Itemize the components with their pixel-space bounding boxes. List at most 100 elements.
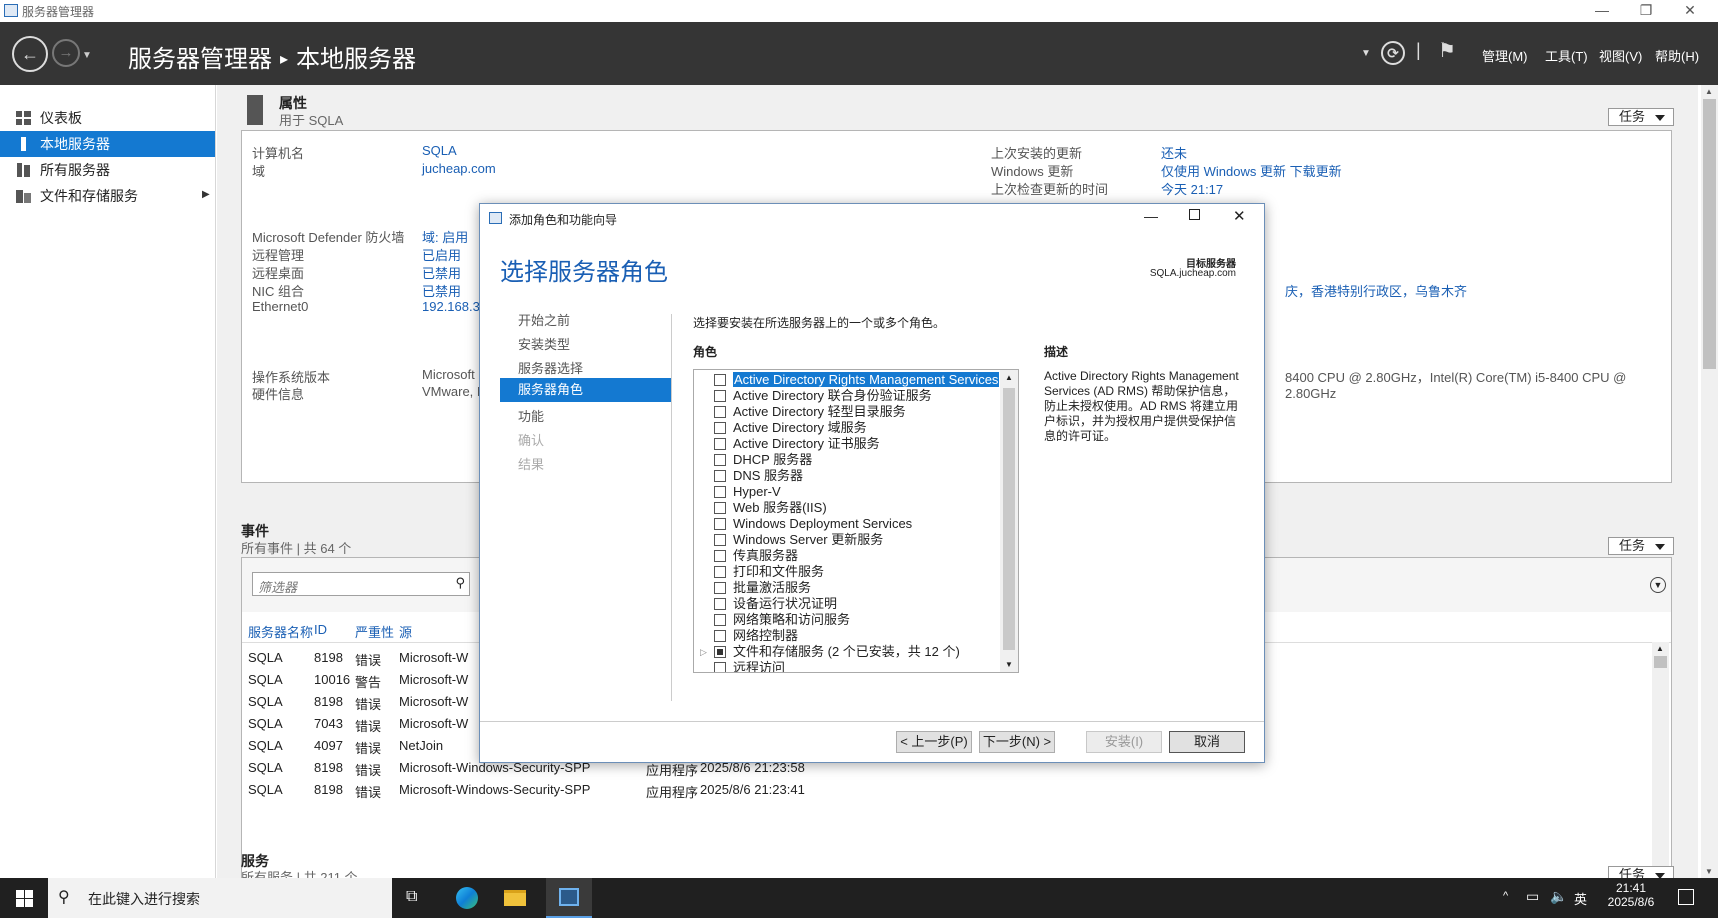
edge-browser-icon[interactable] — [456, 887, 478, 909]
refresh-icon[interactable]: ⟳ — [1381, 41, 1405, 65]
remote-management-value[interactable]: 已启用 — [422, 245, 461, 264]
role-item[interactable]: Active Directory 轻型目录服务 — [714, 404, 906, 420]
timezone-value[interactable]: 庆，香港特别行政区，乌鲁木齐 — [1285, 281, 1467, 300]
scroll-down-icon[interactable]: ▼ — [1005, 660, 1013, 669]
role-item[interactable]: Windows Server 更新服务 — [714, 532, 883, 548]
role-item[interactable]: Hyper-V — [714, 484, 781, 500]
network-icon[interactable]: ▭ — [1526, 888, 1539, 905]
ime-indicator[interactable]: 英 — [1574, 889, 1587, 908]
role-checkbox[interactable] — [714, 661, 726, 672]
dialog-maximize-button[interactable] — [1189, 209, 1200, 220]
role-item[interactable]: DHCP 服务器 — [714, 452, 812, 468]
role-checkbox[interactable] — [714, 645, 726, 658]
last-update-value[interactable]: 还未 — [1161, 143, 1187, 162]
expand-arrow-icon[interactable]: ▶ — [202, 189, 210, 200]
role-checkbox[interactable] — [714, 581, 726, 594]
role-checkbox[interactable] — [714, 405, 726, 418]
role-checkbox[interactable] — [714, 565, 726, 578]
cancel-button[interactable]: 取消 — [1169, 731, 1245, 753]
volume-icon[interactable]: 🔈 — [1550, 888, 1567, 905]
page-scroll-thumb[interactable] — [1703, 99, 1716, 369]
last-check-value[interactable]: 今天 21:17 — [1161, 179, 1223, 198]
close-button[interactable]: ✕ — [1668, 0, 1712, 22]
roles-listbox[interactable]: Active Directory Rights Management Servi… — [693, 369, 1019, 673]
computer-name-value[interactable]: SQLA — [422, 143, 457, 158]
role-item[interactable]: 传真服务器 — [714, 548, 798, 564]
sidebar-item-dashboard[interactable]: 仪表板 — [0, 105, 215, 131]
scroll-up-icon[interactable]: ▲ — [1705, 87, 1713, 96]
firewall-value[interactable]: 域: 启用 — [422, 227, 468, 246]
show-hidden-icons-icon[interactable]: ^ — [1503, 890, 1508, 902]
table-row[interactable]: SQLA 8198 错误 Microsoft-Windows-Security-SPP… — [242, 760, 1642, 780]
role-item[interactable]: 设备运行状况证明 — [714, 596, 837, 612]
domain-value[interactable]: jucheap.com — [422, 161, 496, 176]
roles-scrollbar[interactable]: ▲ ▼ — [1000, 370, 1018, 672]
role-checkbox[interactable] — [714, 421, 726, 434]
step-before-you-begin[interactable]: 开始之前 — [518, 310, 570, 329]
column-source[interactable]: 源 — [399, 622, 412, 641]
role-item[interactable]: Web 服务器(IIS) — [714, 500, 827, 516]
sidebar-item-local-server[interactable]: 本地服务器 — [0, 131, 215, 157]
role-checkbox[interactable] — [714, 613, 726, 626]
expand-arrow-icon[interactable]: ▷ — [700, 644, 707, 660]
forward-arrow-icon[interactable]: → — [52, 39, 80, 67]
step-features[interactable]: 功能 — [518, 406, 544, 425]
nic-teaming-value[interactable]: 已禁用 — [422, 281, 461, 300]
events-filter-input[interactable]: 筛选器 ⚲ — [252, 572, 470, 596]
role-checkbox[interactable] — [714, 485, 726, 498]
menu-manage[interactable]: 管理(M) — [1482, 46, 1528, 65]
roles-scroll-thumb[interactable] — [1003, 388, 1015, 650]
role-checkbox[interactable] — [714, 533, 726, 546]
events-tasks-button[interactable]: 任务 — [1608, 537, 1674, 555]
breadcrumb-root[interactable]: 服务器管理器 — [128, 46, 272, 73]
taskbar-clock[interactable]: 21:41 2025/8/6 — [1600, 881, 1662, 909]
notifications-dropdown-icon[interactable]: ▼ — [1361, 48, 1371, 59]
role-item[interactable]: Active Directory 域服务 — [714, 420, 867, 436]
role-item[interactable]: 网络策略和访问服务 — [714, 612, 850, 628]
taskbar-search-box[interactable]: ⚲ 在此键入进行搜索 — [48, 878, 392, 918]
role-item[interactable]: Windows Deployment Services — [714, 516, 912, 532]
notification-center-icon[interactable] — [1678, 889, 1694, 905]
step-server-roles[interactable]: 服务器角色 — [500, 378, 671, 402]
scroll-up-icon[interactable]: ▲ — [1005, 373, 1013, 382]
role-checkbox[interactable] — [714, 437, 726, 450]
sidebar-item-all-servers[interactable]: 所有服务器 — [0, 157, 215, 183]
scroll-up-icon[interactable]: ▲ — [1656, 644, 1664, 653]
server-manager-taskbar-button[interactable] — [546, 878, 592, 918]
role-checkbox[interactable] — [714, 597, 726, 610]
column-severity[interactable]: 严重性 — [355, 622, 394, 641]
role-item[interactable]: DNS 服务器 — [714, 468, 803, 484]
role-checkbox[interactable] — [714, 373, 726, 386]
role-checkbox[interactable] — [714, 501, 726, 514]
expand-chevron-icon[interactable]: ▼ — [1650, 577, 1666, 593]
dialog-close-button[interactable]: ✕ — [1233, 207, 1246, 225]
minimize-button[interactable]: — — [1580, 0, 1624, 22]
restore-button[interactable]: ❐ — [1624, 0, 1668, 22]
events-scrollbar[interactable]: ▲ ▼ — [1652, 642, 1669, 896]
role-item[interactable]: Active Directory Rights Management Servi… — [714, 372, 1000, 388]
file-explorer-icon[interactable] — [504, 890, 526, 906]
menu-tools[interactable]: 工具(T) — [1545, 46, 1588, 65]
role-item[interactable]: 远程访问 — [714, 660, 785, 672]
menu-view[interactable]: 视图(V) — [1599, 46, 1642, 65]
role-item[interactable]: Active Directory 证书服务 — [714, 436, 880, 452]
remote-desktop-value[interactable]: 已禁用 — [422, 263, 461, 282]
step-server-selection[interactable]: 服务器选择 — [518, 358, 583, 377]
step-installation-type[interactable]: 安装类型 — [518, 334, 570, 353]
scroll-thumb[interactable] — [1654, 656, 1667, 668]
sidebar-item-file-storage[interactable]: 文件和存储服务 — [0, 183, 215, 209]
role-item[interactable]: Active Directory 联合身份验证服务 — [714, 388, 932, 404]
role-item[interactable]: 网络控制器 — [714, 628, 798, 644]
role-item[interactable]: 打印和文件服务 — [714, 564, 824, 580]
task-view-icon[interactable]: ⧉ — [406, 888, 417, 906]
role-checkbox[interactable] — [714, 629, 726, 642]
properties-tasks-button[interactable]: 任务 — [1608, 108, 1674, 126]
history-dropdown-icon[interactable]: ▼ — [82, 50, 92, 61]
column-server-name[interactable]: 服务器名称 — [248, 622, 313, 641]
menu-help[interactable]: 帮助(H) — [1655, 46, 1699, 65]
scroll-down-icon[interactable]: ▼ — [1705, 867, 1713, 876]
page-scrollbar[interactable]: ▲ ▼ — [1701, 85, 1718, 878]
role-checkbox[interactable] — [714, 549, 726, 562]
back-arrow-icon[interactable]: ← — [12, 36, 48, 72]
role-item[interactable]: 批量激活服务 — [714, 580, 811, 596]
